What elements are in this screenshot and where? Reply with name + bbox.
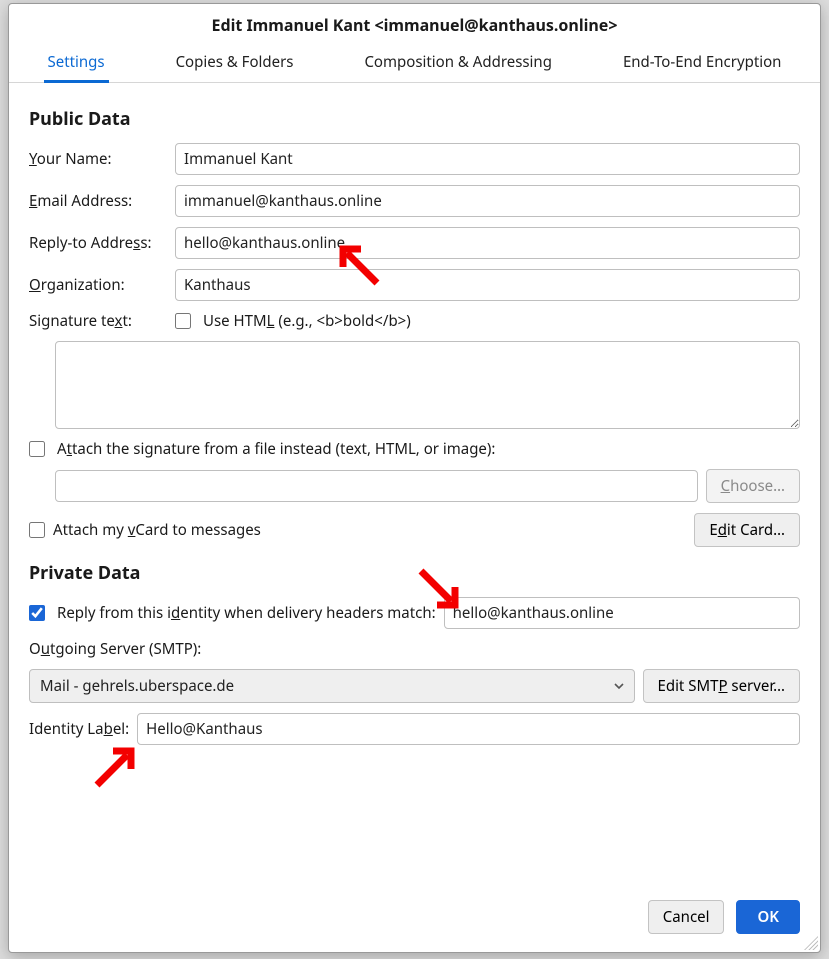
reply-from-identity-label: Reply from this identity when delivery h… <box>57 603 436 623</box>
signature-file-path-input <box>55 470 698 502</box>
tab-composition-addressing[interactable]: Composition & Addressing <box>360 44 555 82</box>
edit-identity-dialog: Edit Immanuel Kant <immanuel@kanthaus.on… <box>8 3 821 953</box>
organization-input[interactable] <box>175 269 800 301</box>
choose-file-button: Choose… <box>706 469 800 503</box>
private-data-heading: Private Data <box>29 561 800 585</box>
reply-from-identity-checkbox[interactable] <box>29 605 45 621</box>
dialog-title: Edit Immanuel Kant <immanuel@kanthaus.on… <box>9 4 820 44</box>
public-data-heading: Public Data <box>29 107 800 131</box>
signature-textarea[interactable] <box>55 341 800 429</box>
edit-card-button[interactable]: Edit Card… <box>694 513 800 547</box>
reply-to-input[interactable] <box>175 227 800 259</box>
attach-vcard-checkbox[interactable] <box>29 522 45 538</box>
settings-panel: Public Data Your Name: Email Address: Re… <box>9 83 820 886</box>
organization-label: Organization: <box>29 275 167 295</box>
attach-signature-file-label: Attach the signature from a file instead… <box>57 439 495 459</box>
reply-from-identity-input[interactable] <box>444 597 800 629</box>
tab-end-to-end-encryption[interactable]: End-To-End Encryption <box>619 44 786 82</box>
cancel-button[interactable]: Cancel <box>648 900 725 934</box>
attach-vcard-label: Attach my vCard to messages <box>53 520 261 540</box>
signature-text-label: Signature text: <box>29 311 167 331</box>
your-name-label: Your Name: <box>29 149 167 169</box>
identity-label-input[interactable] <box>137 713 800 745</box>
edit-smtp-server-button[interactable]: Edit SMTP server… <box>643 669 801 703</box>
tab-copies-folders[interactable]: Copies & Folders <box>172 44 298 82</box>
email-address-input[interactable] <box>175 185 800 217</box>
identity-label-label: Identity Label: <box>29 719 129 739</box>
your-name-input[interactable] <box>175 143 800 175</box>
reply-to-label: Reply-to Address: <box>29 233 167 253</box>
outgoing-server-label: Outgoing Server (SMTP): <box>29 639 201 659</box>
dialog-footer: Cancel OK <box>9 886 820 952</box>
outgoing-server-select[interactable]: Mail - gehrels.uberspace.de <box>29 669 635 703</box>
resize-grip-icon[interactable] <box>804 936 818 950</box>
use-html-checkbox[interactable] <box>175 313 191 329</box>
tab-settings[interactable]: Settings <box>44 44 109 82</box>
email-address-label: Email Address: <box>29 191 167 211</box>
tab-bar: Settings Copies & Folders Composition & … <box>9 44 820 83</box>
use-html-label: Use HTML (e.g., <b>bold</b>) <box>203 311 411 331</box>
ok-button[interactable]: OK <box>736 900 800 934</box>
attach-signature-file-checkbox[interactable] <box>29 441 45 457</box>
